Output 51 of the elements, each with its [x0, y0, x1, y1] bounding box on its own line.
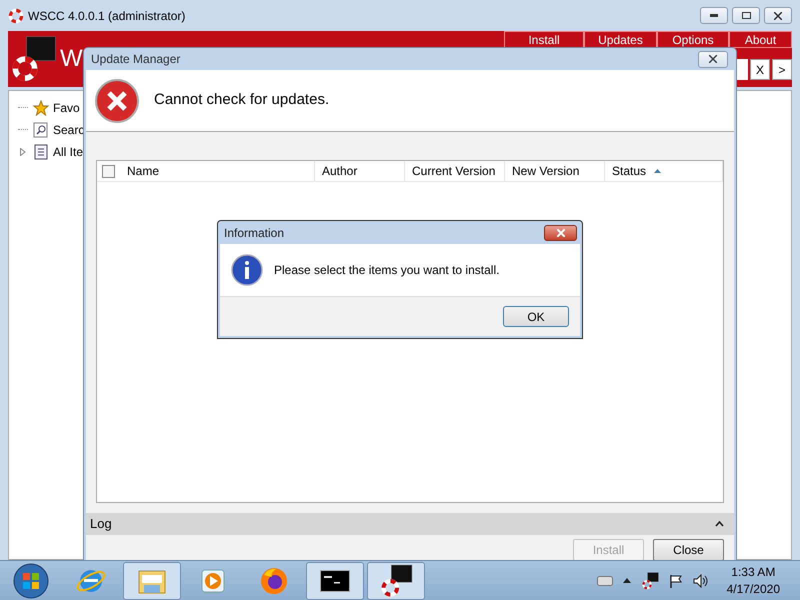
close-icon [556, 228, 564, 236]
tree-item[interactable]: Favo [53, 98, 80, 116]
app-title: W [60, 47, 83, 71]
close-button[interactable] [698, 50, 728, 68]
flag-icon[interactable] [668, 574, 683, 588]
speaker-icon[interactable] [692, 574, 709, 588]
column-header[interactable]: Author [315, 161, 405, 181]
star-icon [33, 100, 49, 116]
column-header[interactable]: Current Version [405, 161, 505, 181]
maximize-button[interactable] [732, 7, 760, 24]
column-header[interactable]: Status [605, 161, 723, 181]
info-icon [231, 254, 263, 286]
info-message: Please select the items you want to install. [274, 262, 500, 279]
minimize-icon [710, 14, 718, 17]
taskbar-button[interactable] [306, 562, 364, 600]
play-icon [199, 566, 227, 594]
app-logo-icon [640, 572, 659, 590]
app-logo-icon [379, 564, 413, 598]
search-bar-button[interactable]: > [772, 59, 792, 80]
start-orb-icon[interactable] [13, 562, 49, 598]
keyboard-icon[interactable] [596, 576, 613, 586]
close-icon [774, 12, 782, 20]
minimize-button[interactable] [700, 7, 728, 24]
select-all-checkbox[interactable] [102, 164, 115, 178]
ok-button[interactable]: OK [503, 306, 569, 327]
dialog-title: Information [224, 224, 284, 242]
magnifier-icon [33, 122, 49, 138]
close-button[interactable] [764, 7, 792, 24]
close-button[interactable] [544, 224, 577, 240]
menu-tab[interactable]: About [729, 31, 792, 48]
column-header[interactable]: Name [120, 161, 315, 181]
maximize-icon [742, 12, 750, 19]
dialog-title: Update Manager [91, 51, 180, 68]
tree-item[interactable]: All Ite [53, 142, 84, 160]
search-bar-button[interactable]: X [750, 59, 770, 80]
lifebuoy-icon [8, 8, 24, 24]
taskbar-button[interactable] [367, 562, 425, 600]
window-title: WSCC 4.0.0.1 (administrator) [28, 8, 186, 24]
terminal-icon [320, 570, 350, 592]
column-header[interactable]: New Version [505, 161, 605, 181]
expand-arrow-icon[interactable] [20, 148, 26, 156]
error-icon [94, 78, 140, 124]
log-header[interactable]: Log [90, 514, 112, 534]
chevron-up-icon[interactable] [715, 521, 724, 527]
error-message: Cannot check for updates. [154, 90, 330, 110]
tree-item[interactable]: Searc [53, 120, 84, 138]
caret-up-icon[interactable] [622, 578, 631, 583]
clock[interactable]: 1:33 AM 4/17/2020 [726, 564, 780, 598]
dialog-button[interactable]: Close [653, 539, 724, 561]
document-icon [33, 144, 49, 160]
close-icon [709, 55, 717, 64]
